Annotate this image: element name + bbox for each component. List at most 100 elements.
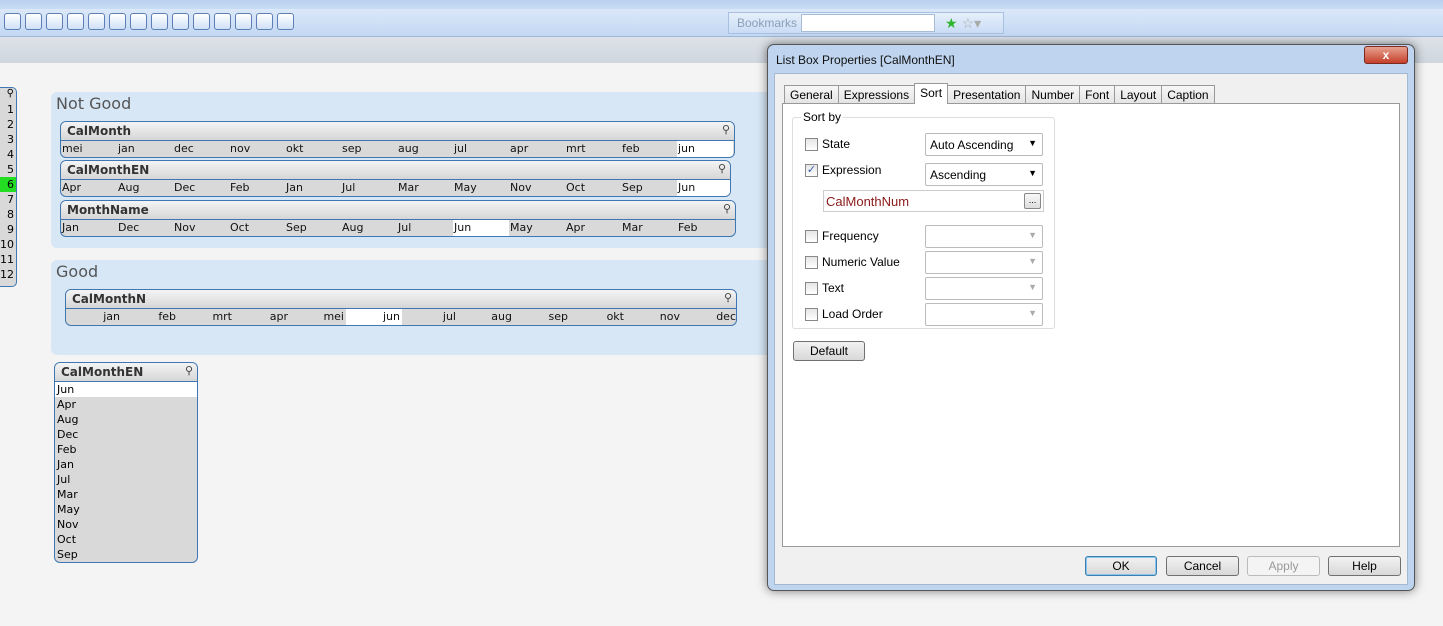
bookmarks-combo[interactable] bbox=[801, 14, 936, 32]
list-item[interactable]: Feb bbox=[55, 442, 197, 457]
toolbar-object-icon[interactable] bbox=[130, 13, 147, 30]
list-item[interactable]: Oct bbox=[55, 532, 197, 547]
list-item[interactable]: Mar bbox=[55, 487, 197, 502]
toolbar-object-icon[interactable] bbox=[88, 13, 105, 30]
list-item[interactable]: Jan bbox=[55, 457, 197, 472]
toolbar-object-icon[interactable] bbox=[193, 13, 210, 30]
tab-font[interactable]: Font bbox=[1079, 85, 1116, 104]
list-item[interactable]: Dec bbox=[55, 427, 197, 442]
toolbar-object-icon[interactable] bbox=[277, 13, 294, 30]
list-item[interactable]: 11 bbox=[0, 252, 16, 267]
list-item[interactable]: Dec bbox=[117, 220, 173, 236]
tab-general[interactable]: General bbox=[784, 85, 839, 104]
list-item[interactable]: mei bbox=[61, 141, 117, 157]
list-item[interactable]: 5 bbox=[0, 162, 16, 177]
list-item[interactable]: Sep bbox=[285, 220, 341, 236]
list-item[interactable]: Jul bbox=[341, 180, 397, 196]
tab-presentation[interactable]: Presentation bbox=[947, 85, 1027, 104]
expression-field[interactable]: CalMonthNum... bbox=[823, 190, 1044, 212]
load-order-checkbox[interactable] bbox=[805, 307, 818, 321]
list-item[interactable]: Feb bbox=[677, 220, 733, 236]
tab-number[interactable]: Number bbox=[1025, 85, 1081, 104]
list-item[interactable]: Oct bbox=[229, 220, 285, 236]
list-item[interactable]: 1 bbox=[0, 102, 16, 117]
sort-order-dropdown[interactable]: Auto Ascending ▼ bbox=[925, 133, 1043, 156]
list-item[interactable]: feb bbox=[122, 309, 178, 325]
list-item[interactable]: mei bbox=[290, 309, 346, 325]
list-item[interactable]: apr bbox=[509, 141, 565, 157]
list-item[interactable]: jun bbox=[677, 141, 733, 157]
calmonthen-vertical-listbox[interactable]: CalMonthEN ⚲ Jun Apr Aug Dec Feb Jan Jul Mar May N… bbox=[54, 362, 198, 563]
add-bookmark-icon[interactable]: ★ bbox=[945, 15, 958, 32]
tab-expressions[interactable]: Expressions bbox=[837, 85, 916, 104]
toolbar-object-icon[interactable] bbox=[4, 13, 21, 30]
list-item[interactable]: May bbox=[55, 502, 197, 517]
calmonthn-listbox[interactable]: CalMonthN ⚲ jan feb mrt apr mei jun jul aug sep okt… bbox=[65, 289, 737, 326]
list-item[interactable]: sep bbox=[341, 141, 397, 157]
list-item[interactable]: 8 bbox=[0, 207, 16, 222]
toolbar-object-icon[interactable] bbox=[256, 13, 273, 30]
expression-checkbox[interactable]: ✓ bbox=[805, 163, 818, 177]
frequency-checkbox[interactable] bbox=[805, 229, 818, 243]
list-item[interactable]: 7 bbox=[0, 192, 16, 207]
calmonthen-listbox[interactable]: CalMonthEN ⚲ Apr Aug Dec Feb Jan Jul Mar May Nov Oc… bbox=[60, 160, 731, 197]
search-icon[interactable]: ⚲ bbox=[185, 364, 193, 377]
list-item[interactable]: Nov bbox=[55, 517, 197, 532]
state-checkbox[interactable] bbox=[805, 137, 818, 151]
sort-order-dropdown[interactable]: ▼ bbox=[925, 303, 1043, 326]
list-item[interactable]: Feb bbox=[229, 180, 285, 196]
list-item[interactable]: 3 bbox=[0, 132, 16, 147]
search-icon[interactable]: ⚲ bbox=[0, 88, 16, 102]
sort-order-dropdown[interactable]: ▼ bbox=[925, 251, 1043, 274]
text-checkbox[interactable] bbox=[805, 281, 818, 295]
toolbar-object-icon[interactable] bbox=[214, 13, 231, 30]
list-item[interactable]: dec bbox=[682, 309, 736, 325]
tab-layout[interactable]: Layout bbox=[1114, 85, 1163, 104]
list-item[interactable]: Nov bbox=[509, 180, 565, 196]
list-item[interactable]: Jun bbox=[453, 220, 509, 236]
tab-caption[interactable]: Caption bbox=[1161, 85, 1215, 104]
list-item[interactable]: mrt bbox=[178, 309, 234, 325]
default-button[interactable]: Default bbox=[793, 341, 865, 361]
list-item[interactable]: aug bbox=[458, 309, 514, 325]
help-button[interactable]: Help bbox=[1328, 556, 1401, 576]
list-item[interactable]: 12 bbox=[0, 267, 16, 282]
list-item[interactable]: May bbox=[453, 180, 509, 196]
list-item[interactable]: Apr bbox=[565, 220, 621, 236]
list-item[interactable]: Jan bbox=[61, 220, 117, 236]
list-item[interactable]: 4 bbox=[0, 147, 16, 162]
list-item[interactable]: jan bbox=[66, 309, 122, 325]
list-item[interactable]: okt bbox=[285, 141, 341, 157]
toolbar-object-icon[interactable] bbox=[67, 13, 84, 30]
tab-sort[interactable]: Sort bbox=[914, 83, 949, 104]
list-item[interactable]: nov bbox=[626, 309, 682, 325]
list-item[interactable]: 2 bbox=[0, 117, 16, 132]
list-item[interactable]: aug bbox=[397, 141, 453, 157]
list-item[interactable]: Oct bbox=[565, 180, 621, 196]
list-item[interactable]: nov bbox=[229, 141, 285, 157]
toolbar-object-icon[interactable] bbox=[172, 13, 189, 30]
list-item[interactable]: Jun bbox=[677, 180, 730, 196]
list-item[interactable]: 6 bbox=[0, 177, 16, 192]
list-item[interactable]: Nov bbox=[173, 220, 229, 236]
list-item[interactable]: jul bbox=[402, 309, 458, 325]
list-item[interactable]: Jan bbox=[285, 180, 341, 196]
sort-order-dropdown[interactable]: ▼ bbox=[925, 225, 1043, 248]
list-item[interactable]: Apr bbox=[55, 397, 197, 412]
list-item[interactable]: Mar bbox=[397, 180, 453, 196]
list-item[interactable]: Mar bbox=[621, 220, 677, 236]
toolbar-object-icon[interactable] bbox=[235, 13, 252, 30]
list-item[interactable]: Jul bbox=[397, 220, 453, 236]
list-item[interactable]: Jul bbox=[55, 472, 197, 487]
list-item[interactable]: sep bbox=[514, 309, 570, 325]
calmonth-listbox[interactable]: CalMonth ⚲ mei jan dec nov okt sep aug jul apr mrt f… bbox=[60, 121, 735, 158]
bookmark-menu-icon[interactable]: ☆▾ bbox=[962, 15, 982, 32]
list-item[interactable]: Jun bbox=[55, 382, 197, 397]
list-item[interactable]: jul bbox=[453, 141, 509, 157]
close-button[interactable]: x bbox=[1364, 46, 1408, 64]
list-item[interactable]: feb bbox=[621, 141, 677, 157]
sort-order-dropdown[interactable]: Ascending ▼ bbox=[925, 163, 1043, 186]
search-icon[interactable]: ⚲ bbox=[718, 162, 726, 175]
list-item[interactable]: mrt bbox=[565, 141, 621, 157]
list-item[interactable]: Aug bbox=[55, 412, 197, 427]
